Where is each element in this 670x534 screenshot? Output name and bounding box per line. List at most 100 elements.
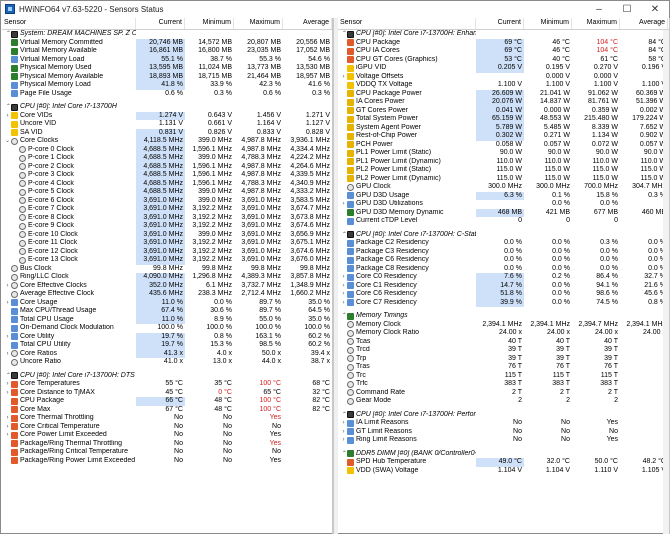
sensor-row[interactable]: Rest-of-Chip Power 0.302 W 0.271 W 1.134 W 0… bbox=[338, 132, 669, 141]
sensor-row[interactable]: CPU Package 66 °C 48 °C 100 °C 82 °C bbox=[2, 397, 332, 406]
expand-icon[interactable]: › bbox=[4, 423, 11, 432]
sensor-row[interactable]: P-core 0 Clock 4,688.5 MHz 1,596.1 MHz 4,98… bbox=[2, 145, 332, 154]
sensor-row[interactable]: Package C2 Residency 0.0 % 0.0 % 0.3 % 0.0 % bbox=[338, 239, 669, 248]
right-scrollbar[interactable] bbox=[663, 30, 669, 534]
header-minimum[interactable]: Minimum bbox=[524, 18, 572, 29]
expand-icon[interactable]: › bbox=[4, 414, 11, 423]
sensor-row[interactable]: › GPU D3D Utilizations 0.0 % 0.0 % bbox=[338, 200, 669, 209]
sensor-row[interactable]: › Core Power Limit Exceeded No No Yes bbox=[2, 431, 332, 440]
sensor-row[interactable]: SPD Hub Temperature 49.0 °C 32.0 °C 50.0 °C… bbox=[338, 458, 669, 467]
left-sensor-pane[interactable]: Sensor Current Minimum Maximum Average ⌃… bbox=[2, 18, 333, 534]
sensor-row[interactable]: Package/Ring Power Limit Exceeded No No Yes bbox=[2, 457, 332, 466]
sensor-row[interactable]: SA VID 0.831 V 0.826 V 0.833 V 0.828 V bbox=[2, 128, 332, 137]
sensor-row[interactable]: Ring/LLC Clock 4,090.0 MHz 1,296.8 MHz 4,38… bbox=[2, 273, 332, 282]
section-header[interactable]: ⌃ CPU [#0]: Intel Core i7-13700H: C-State… bbox=[338, 230, 669, 240]
sensor-row[interactable]: Virtual Memory Available 16,861 MB 16,800 … bbox=[2, 47, 332, 56]
sensor-row[interactable]: Package C3 Residency 0.0 % 0.0 % 0.0 % 0.0 % bbox=[338, 248, 669, 257]
expand-icon[interactable]: › bbox=[4, 282, 11, 291]
sensor-row[interactable]: Command Rate 2 T 2 T 2 T bbox=[338, 389, 669, 398]
sensor-row[interactable]: Total CPU Utility 19.7 % 15.3 % 98.5 % 60.2 … bbox=[2, 341, 332, 350]
sensor-row[interactable]: PL2 Power Limit (Static) 115.0 W 115.0 W 11… bbox=[338, 166, 669, 175]
sensor-row[interactable]: CPU IA Cores 69 °C 46 °C 104 °C 84 °C bbox=[338, 47, 669, 56]
sensor-row[interactable]: Tras 76 T 76 T 76 T bbox=[338, 363, 669, 372]
sensor-row[interactable]: GPU D3D Memory Dynamic 468 MB 421 MB 677 MB… bbox=[338, 208, 669, 217]
sensor-row[interactable]: › GT Limit Reasons No No No bbox=[338, 428, 669, 437]
collapse-icon[interactable]: ⌃ bbox=[340, 411, 347, 420]
section-header[interactable]: ⌃ CPU [#0]: Intel Core i7-13700H: DTS bbox=[2, 371, 332, 380]
sensor-row[interactable]: ⌄ Core Clocks 4,118.5 MHz 399.0 MHz 4,987.8 … bbox=[2, 137, 332, 146]
expand-icon[interactable]: › bbox=[4, 389, 11, 398]
sensor-row[interactable]: › Core Distance to TjMAX 45 °C 0 °C 65 °C 32 … bbox=[2, 389, 332, 398]
expand-icon[interactable]: › bbox=[4, 431, 11, 440]
sensor-row[interactable]: Physical Memory Available 18,893 MB 18,715… bbox=[2, 72, 332, 81]
sensor-row[interactable]: › Core Critical Temperature No No No bbox=[2, 423, 332, 432]
sensor-row[interactable]: Physical Memory Used 13,595 MB 11,024 MB 13… bbox=[2, 64, 332, 73]
close-icon[interactable]: ✕ bbox=[641, 1, 669, 17]
header-current[interactable]: Current bbox=[476, 18, 524, 29]
sensor-row[interactable]: Uncore VID 1.131 V 0.661 V 1.164 V 1.127 V bbox=[2, 120, 332, 129]
sensor-row[interactable]: › Core Effective Clocks 352.0 MHz 6.1 MHz 3,… bbox=[2, 281, 332, 291]
sensor-row[interactable]: › IA Limit Reasons No No Yes bbox=[338, 419, 669, 428]
sensor-row[interactable]: VDDQ TX Voltage 1.100 V 1.100 V 1.100 V 1.10… bbox=[338, 81, 669, 90]
section-header[interactable]: ⌃ Memory Timings bbox=[338, 312, 669, 321]
sensor-row[interactable]: Package/Ring Critical Temperature No No No bbox=[2, 448, 332, 457]
sensor-row[interactable]: Tcas 40 T 40 T 40 T bbox=[338, 338, 669, 347]
sensor-row[interactable]: › Core C6 Residency 51.8 % 0.0 % 98.6 % 45.6 … bbox=[338, 290, 669, 299]
sensor-row[interactable]: CPU Package Power 26.609 W 21.041 W 91.062 … bbox=[338, 89, 669, 98]
sensor-row[interactable]: Gear Mode 2 2 2 bbox=[338, 397, 669, 406]
expand-icon[interactable]: › bbox=[340, 200, 347, 209]
header-average[interactable]: Average bbox=[283, 18, 332, 29]
sensor-row[interactable]: E-core 6 Clock 3,691.0 MHz 399.0 MHz 3,691.… bbox=[2, 196, 332, 205]
collapse-icon[interactable]: ⌃ bbox=[4, 103, 11, 112]
maximize-icon[interactable]: ☐ bbox=[613, 1, 641, 17]
sensor-row[interactable]: › Core C1 Residency 14.7 % 0.0 % 94.1 % 21.6 … bbox=[338, 281, 669, 290]
expand-icon[interactable]: › bbox=[4, 350, 11, 359]
sensor-row[interactable]: Trfc 383 T 383 T 383 T bbox=[338, 380, 669, 389]
collapse-icon[interactable]: ⌃ bbox=[4, 30, 11, 39]
sensor-row[interactable]: Virtual Memory Committed 20,746 MB 14,572 … bbox=[2, 38, 332, 47]
section-header[interactable]: ⌃ CPU [#0]: Intel Core i7-13700H bbox=[2, 103, 332, 112]
sensor-row[interactable]: Package C6 Residency 0.0 % 0.0 % 0.0 % 0.0 % bbox=[338, 256, 669, 265]
expand-icon[interactable]: › bbox=[4, 333, 11, 342]
sensor-row[interactable]: Trc 115 T 115 T 115 T bbox=[338, 372, 669, 381]
header-maximum[interactable]: Maximum bbox=[234, 18, 283, 29]
header-current[interactable]: Current bbox=[136, 18, 185, 29]
sensor-row[interactable]: Memory Clock Ratio 24.00 x 24.00 x 24.00 x 2… bbox=[338, 329, 669, 338]
expand-icon[interactable]: › bbox=[340, 428, 347, 437]
sensor-row[interactable]: › Ring Limit Reasons No No Yes bbox=[338, 436, 669, 445]
expand-icon[interactable]: › bbox=[340, 299, 347, 308]
sensor-row[interactable]: Average Effective Clock 435.6 MHz 238.3 MH… bbox=[2, 290, 332, 299]
header-maximum[interactable]: Maximum bbox=[572, 18, 620, 29]
expand-icon[interactable]: ⌄ bbox=[4, 137, 11, 146]
sensor-row[interactable]: Total System Power 65.159 W 48.553 W 215.48… bbox=[338, 115, 669, 124]
sensor-row[interactable]: E-core 9 Clock 3,691.0 MHz 3,192.2 MHz 3,69… bbox=[2, 222, 332, 231]
sensor-row[interactable]: Virtual Memory Load 55.1 % 38.7 % 55.3 % 54.… bbox=[2, 55, 332, 64]
sensor-row[interactable]: P-core 4 Clock 4,688.5 MHz 1,596.1 MHz 4,78… bbox=[2, 179, 332, 188]
expand-icon[interactable]: › bbox=[4, 380, 11, 389]
sensor-row[interactable]: P-core 1 Clock 4,688.5 MHz 399.0 MHz 4,788.… bbox=[2, 154, 332, 163]
sensor-row[interactable]: Package C8 Residency 0.0 % 0.0 % 0.0 % 0.0 % bbox=[338, 265, 669, 274]
sensor-row[interactable]: GPU D3D Usage 6.3 % 0.1 % 15.8 % 0.3 % bbox=[338, 191, 669, 200]
expand-icon[interactable]: › bbox=[340, 436, 347, 445]
expand-icon[interactable]: › bbox=[340, 273, 347, 282]
collapse-icon[interactable]: ⌃ bbox=[340, 231, 347, 240]
sensor-row[interactable]: CPU Package 69 °C 46 °C 104 °C 84 °C bbox=[338, 38, 669, 47]
section-header[interactable]: ⌃ CPU [#0]: Intel Core i7-13700H: Perform… bbox=[338, 410, 669, 420]
sensor-row[interactable]: Uncore Ratio 41.0 x 13.0 x 44.0 x 38.7 x bbox=[2, 358, 332, 367]
sensor-row[interactable]: E-core 10 Clock 3,691.0 MHz 399.0 MHz 3,691… bbox=[2, 230, 332, 239]
sensor-row[interactable]: On-Demand Clock Modulation 100.0 % 100.0 %… bbox=[2, 324, 332, 333]
sensor-row[interactable]: P-core 2 Clock 4,688.5 MHz 1,596.1 MHz 4,98… bbox=[2, 162, 332, 171]
sensor-row[interactable]: E-core 11 Clock 3,691.0 MHz 3,192.2 MHz 3,6… bbox=[2, 239, 332, 248]
sensor-row[interactable]: GT Cores Power 0.041 W 0.000 W 0.359 W 0.002… bbox=[338, 106, 669, 115]
sensor-row[interactable]: › Core VIDs 1.274 V 0.643 V 1.456 V 1.271 V bbox=[2, 111, 332, 120]
sensor-row[interactable]: Current cTDP Level 0 0 0 bbox=[338, 217, 669, 226]
sensor-row[interactable]: Physical Memory Load 41.8 % 33.9 % 42.3 % 41… bbox=[2, 81, 332, 90]
sensor-row[interactable]: P-core 3 Clock 4,688.5 MHz 1,596.1 MHz 4,98… bbox=[2, 171, 332, 180]
sensor-row[interactable]: PL2 Power Limit (Dynamic) 115.0 W 115.0 W 1… bbox=[338, 175, 669, 184]
sensor-row[interactable]: IA Cores Power 20.076 W 14.837 W 81.761 W 51… bbox=[338, 98, 669, 107]
sensor-row[interactable]: P-core 5 Clock 4,688.5 MHz 399.0 MHz 4,987.… bbox=[2, 188, 332, 197]
sensor-row[interactable]: › Voltage Offsets 0.000 V 0.000 V bbox=[338, 73, 669, 82]
expand-icon[interactable]: › bbox=[340, 290, 347, 299]
sensor-row[interactable]: E-core 12 Clock 3,691.0 MHz 3,192.2 MHz 3,6… bbox=[2, 247, 332, 256]
sensor-row[interactable]: Trcd 39 T 39 T 39 T bbox=[338, 346, 669, 355]
